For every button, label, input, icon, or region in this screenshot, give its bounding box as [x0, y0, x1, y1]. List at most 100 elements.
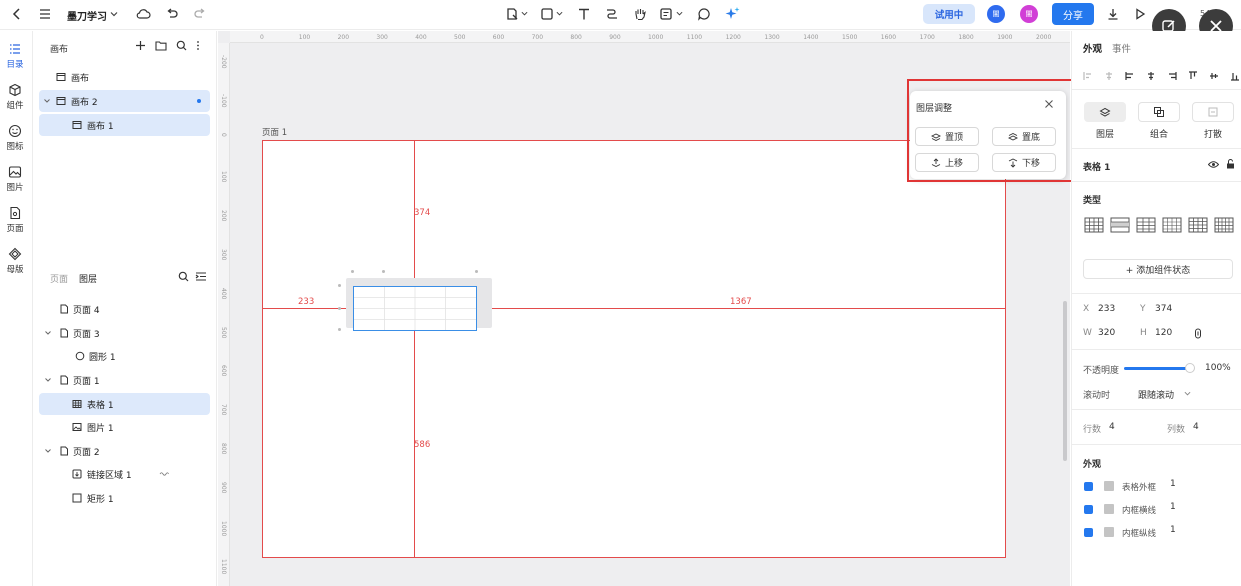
rows-input[interactable]: 4 — [1109, 422, 1115, 432]
layer-item-selected[interactable]: 表格 1 — [39, 393, 210, 415]
rail-item-images[interactable]: 图片 — [0, 165, 30, 193]
border-outer-color[interactable] — [1104, 481, 1114, 491]
table-element[interactable] — [353, 286, 477, 331]
align-top-icon[interactable] — [1188, 71, 1198, 81]
add-state-button[interactable]: + 添加组件状态 — [1083, 259, 1233, 279]
share-button[interactable]: 分享 — [1052, 3, 1094, 25]
play-preview-icon[interactable] — [1133, 7, 1147, 21]
canvas-item-selected[interactable]: 画布 2 — [39, 90, 210, 112]
h-input[interactable]: 120 — [1155, 328, 1172, 338]
resize-handle[interactable] — [351, 270, 354, 273]
chevron-down-icon[interactable] — [110, 10, 118, 18]
table-type-striped-icon[interactable] — [1136, 217, 1156, 233]
connector-tool-icon[interactable] — [605, 7, 619, 21]
tab-pages[interactable]: 页面 — [50, 272, 68, 285]
comment-icon[interactable] — [697, 7, 711, 21]
border-outer-checkbox[interactable] — [1084, 482, 1093, 491]
rail-item-components[interactable]: 组件 — [0, 83, 30, 111]
tab-appearance[interactable]: 外观 — [1083, 41, 1102, 55]
table-type-header-icon[interactable] — [1110, 217, 1130, 233]
resize-handle[interactable] — [382, 270, 385, 273]
rail-item-master[interactable]: 母版 — [0, 247, 30, 275]
add-icon[interactable] — [135, 40, 146, 51]
opacity-slider[interactable] — [1124, 367, 1190, 370]
layer-item[interactable]: 圆形 1 — [39, 345, 210, 367]
search-icon[interactable] — [176, 40, 187, 51]
layer-item[interactable]: 矩形 1 — [39, 487, 210, 509]
download-icon[interactable] — [1106, 7, 1120, 21]
chevron-down-icon[interactable] — [44, 447, 52, 455]
rail-item-directory[interactable]: 目录 — [0, 42, 30, 70]
rectangle-tool-icon[interactable] — [540, 7, 554, 21]
ai-sparkle-icon[interactable] — [725, 6, 740, 21]
collapse-icon[interactable] — [195, 271, 207, 282]
menu-icon[interactable] — [38, 7, 52, 21]
align-bottom-icon[interactable] — [1230, 71, 1240, 81]
more-icon[interactable] — [195, 40, 201, 51]
page-label[interactable]: 页面 1 — [262, 126, 287, 138]
layer-item[interactable]: 页面 4 — [39, 298, 210, 320]
align-end-icon[interactable] — [1167, 71, 1177, 81]
y-input[interactable]: 374 — [1155, 304, 1172, 314]
tab-events[interactable]: 事件 — [1112, 41, 1131, 55]
chevron-down-icon[interactable] — [43, 97, 51, 105]
align-center-h-icon[interactable] — [1104, 71, 1114, 81]
table-type-grid-icon[interactable] — [1084, 217, 1104, 233]
w-input[interactable]: 320 — [1098, 328, 1115, 338]
x-input[interactable]: 233 — [1098, 304, 1115, 314]
back-icon[interactable] — [10, 7, 24, 21]
resize-handle[interactable] — [338, 284, 341, 287]
chevron-down-icon[interactable] — [556, 10, 563, 17]
folder-icon[interactable] — [155, 40, 167, 51]
resize-handle[interactable] — [475, 270, 478, 273]
border-inner-v-width[interactable]: 1 — [1170, 525, 1176, 535]
layer-item[interactable]: 页面 3 — [39, 322, 210, 344]
hand-tool-icon[interactable] — [633, 7, 647, 21]
text-tool-icon[interactable] — [577, 7, 591, 21]
eye-icon[interactable] — [1208, 160, 1219, 169]
scroll-behavior-select[interactable]: 跟随滚动 — [1138, 388, 1174, 401]
border-inner-h-color[interactable] — [1104, 504, 1114, 514]
artboard-page[interactable] — [262, 140, 1006, 558]
border-inner-h-checkbox[interactable] — [1084, 505, 1093, 514]
avatar[interactable]: 闇 — [1020, 5, 1038, 23]
redo-icon[interactable] — [193, 7, 207, 21]
canvas-scrollbar[interactable] — [1063, 301, 1067, 461]
border-outer-width[interactable]: 1 — [1170, 479, 1176, 489]
layer-item[interactable]: 页面 2 — [39, 440, 210, 462]
tab-layers[interactable]: 图层 — [79, 272, 97, 285]
layer-item[interactable]: 页面 1 — [39, 369, 210, 391]
avatar[interactable]: 闇 — [987, 5, 1005, 23]
canvas-item[interactable]: 画布 1 — [39, 114, 210, 136]
align-center-icon[interactable] — [1146, 71, 1156, 81]
align-right-icon[interactable] — [1125, 71, 1135, 81]
layer-group-button[interactable] — [1084, 102, 1126, 122]
table-type-dense-icon[interactable] — [1188, 217, 1208, 233]
cloud-icon[interactable] — [136, 7, 151, 21]
chevron-down-icon[interactable] — [676, 10, 683, 17]
rail-item-pages[interactable]: 页面 — [0, 206, 30, 234]
note-tool-icon[interactable] — [659, 7, 673, 21]
combine-button[interactable] — [1138, 102, 1180, 122]
rail-item-icons[interactable]: 图标 — [0, 124, 30, 152]
unlock-icon[interactable] — [1226, 159, 1235, 169]
layer-item[interactable]: 链接区域 1 — [39, 463, 210, 485]
search-icon[interactable] — [178, 271, 189, 282]
frame-tool-icon[interactable] — [505, 7, 519, 21]
opacity-slider-thumb[interactable] — [1185, 363, 1195, 373]
element-name[interactable]: 表格 1 — [1083, 160, 1110, 173]
document-title[interactable]: 墨刀学习 — [67, 8, 107, 23]
table-type-cols-icon[interactable] — [1162, 217, 1182, 233]
undo-icon[interactable] — [165, 7, 179, 21]
constrain-ratio-icon[interactable] — [1194, 328, 1202, 339]
border-inner-v-color[interactable] — [1104, 527, 1114, 537]
trial-badge-button[interactable]: 试用中 — [923, 4, 975, 24]
border-inner-h-width[interactable]: 1 — [1170, 502, 1176, 512]
chevron-down-icon[interactable] — [44, 376, 52, 384]
cols-input[interactable]: 4 — [1193, 422, 1199, 432]
table-type-full-icon[interactable] — [1214, 217, 1234, 233]
layer-item[interactable]: 图片 1 — [39, 416, 210, 438]
border-inner-v-checkbox[interactable] — [1084, 528, 1093, 537]
resize-handle[interactable] — [338, 307, 341, 310]
align-left-icon[interactable] — [1083, 71, 1093, 81]
